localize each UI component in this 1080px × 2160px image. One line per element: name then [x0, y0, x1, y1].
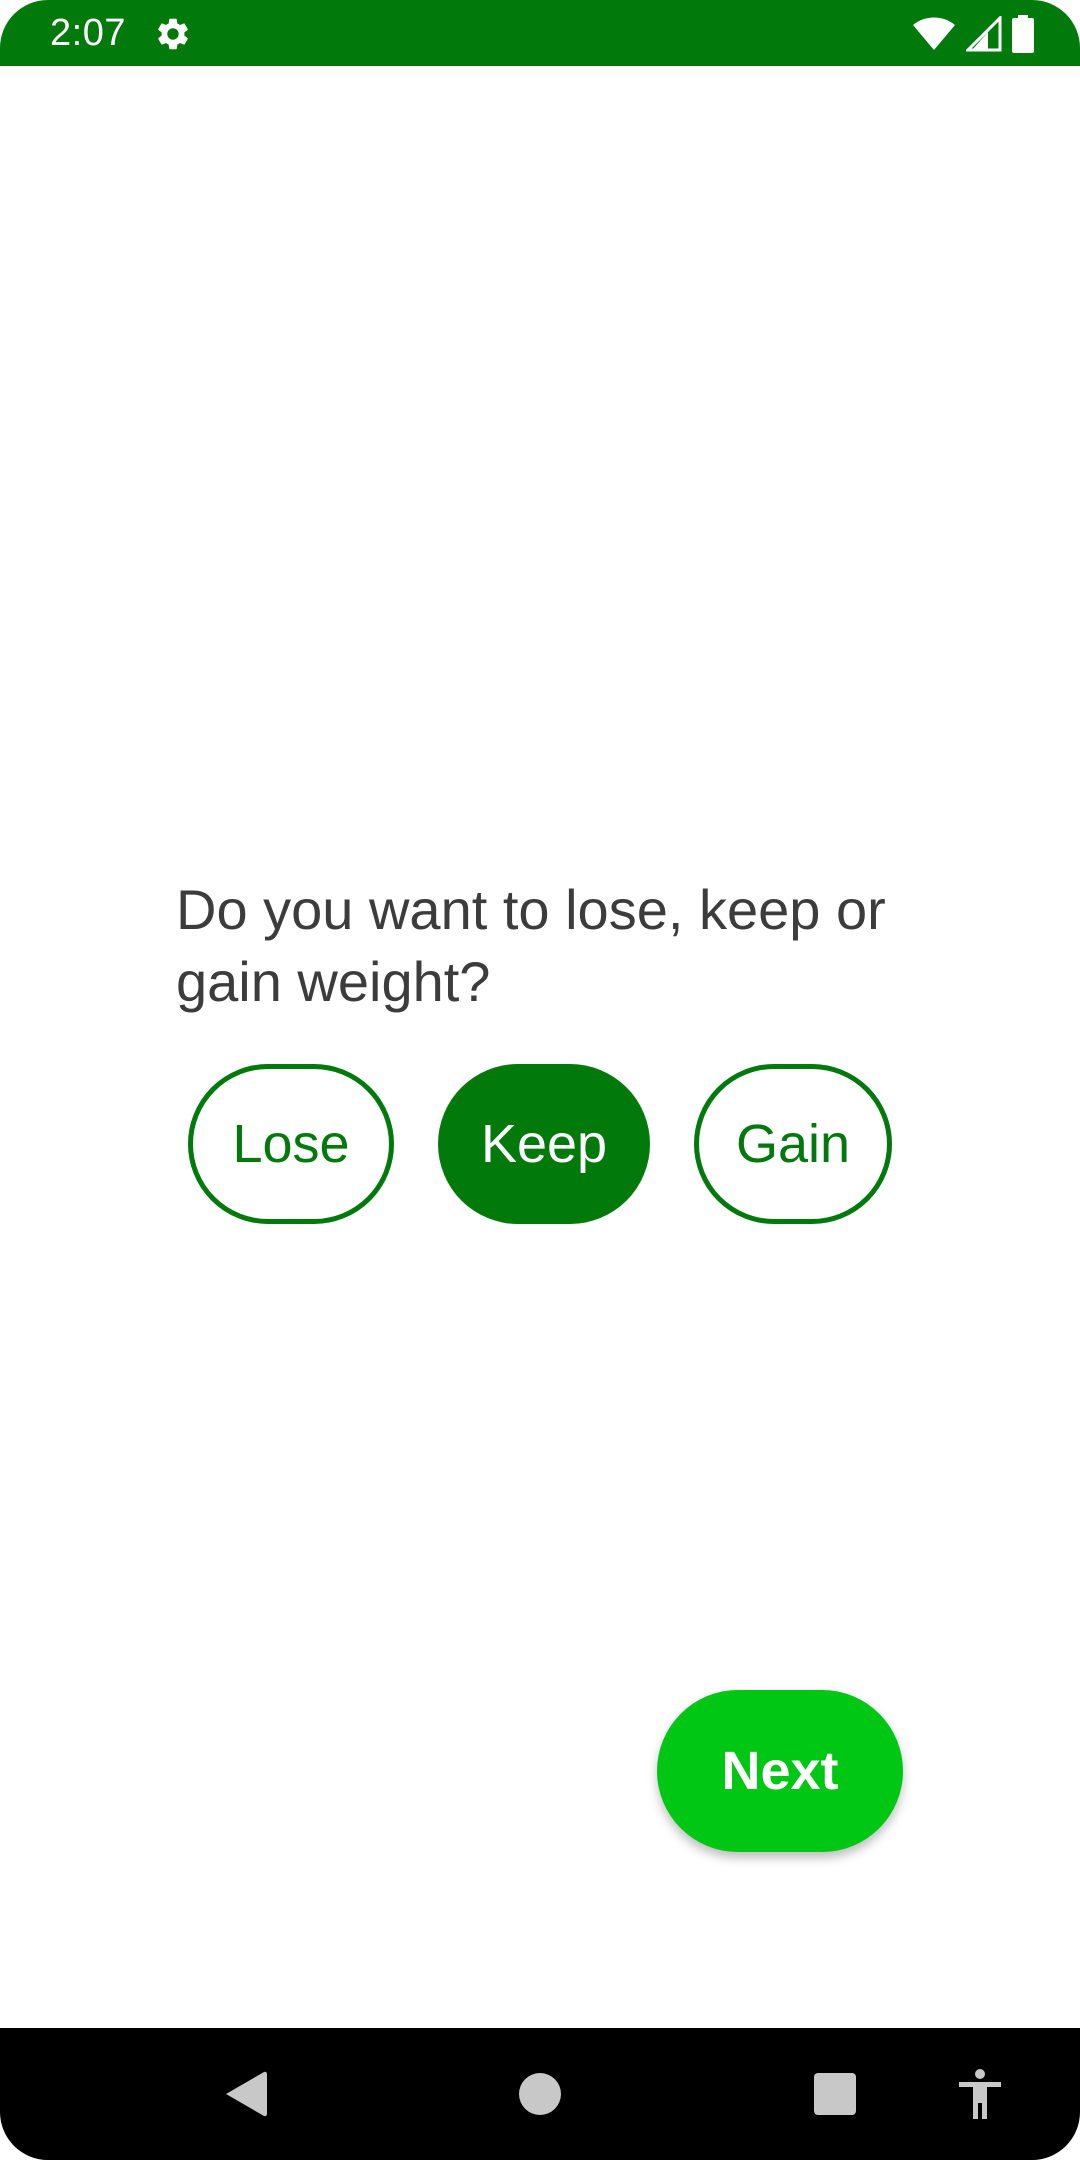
accessibility-icon[interactable] — [940, 2028, 1020, 2160]
next-button[interactable]: Next — [657, 1690, 903, 1852]
wifi-icon — [912, 16, 956, 52]
lose-button-label: Lose — [232, 1114, 350, 1174]
lose-button[interactable]: Lose — [188, 1064, 394, 1224]
question-text: Do you want to lose, keep or gain weight… — [176, 878, 886, 1013]
gain-button[interactable]: Gain — [694, 1064, 892, 1224]
status-icons — [912, 14, 1034, 54]
battery-icon — [1012, 15, 1034, 53]
status-bar: 2:07 — [0, 0, 1080, 66]
keep-button[interactable]: Keep — [438, 1064, 650, 1224]
navigation-bar — [0, 2028, 1080, 2160]
cell-signal-icon — [966, 16, 1002, 52]
gain-button-label: Gain — [735, 1114, 851, 1174]
next-button-label: Next — [721, 1741, 839, 1801]
keep-button-label: Keep — [480, 1114, 608, 1174]
back-icon[interactable] — [206, 2028, 286, 2160]
status-time: 2:07 — [50, 12, 126, 54]
recents-icon[interactable] — [795, 2028, 875, 2160]
settings-gear-icon — [154, 15, 192, 53]
app-screen: 2:07 Do you want to lose, keep or gain w… — [0, 0, 1080, 2160]
home-icon[interactable] — [500, 2028, 580, 2160]
